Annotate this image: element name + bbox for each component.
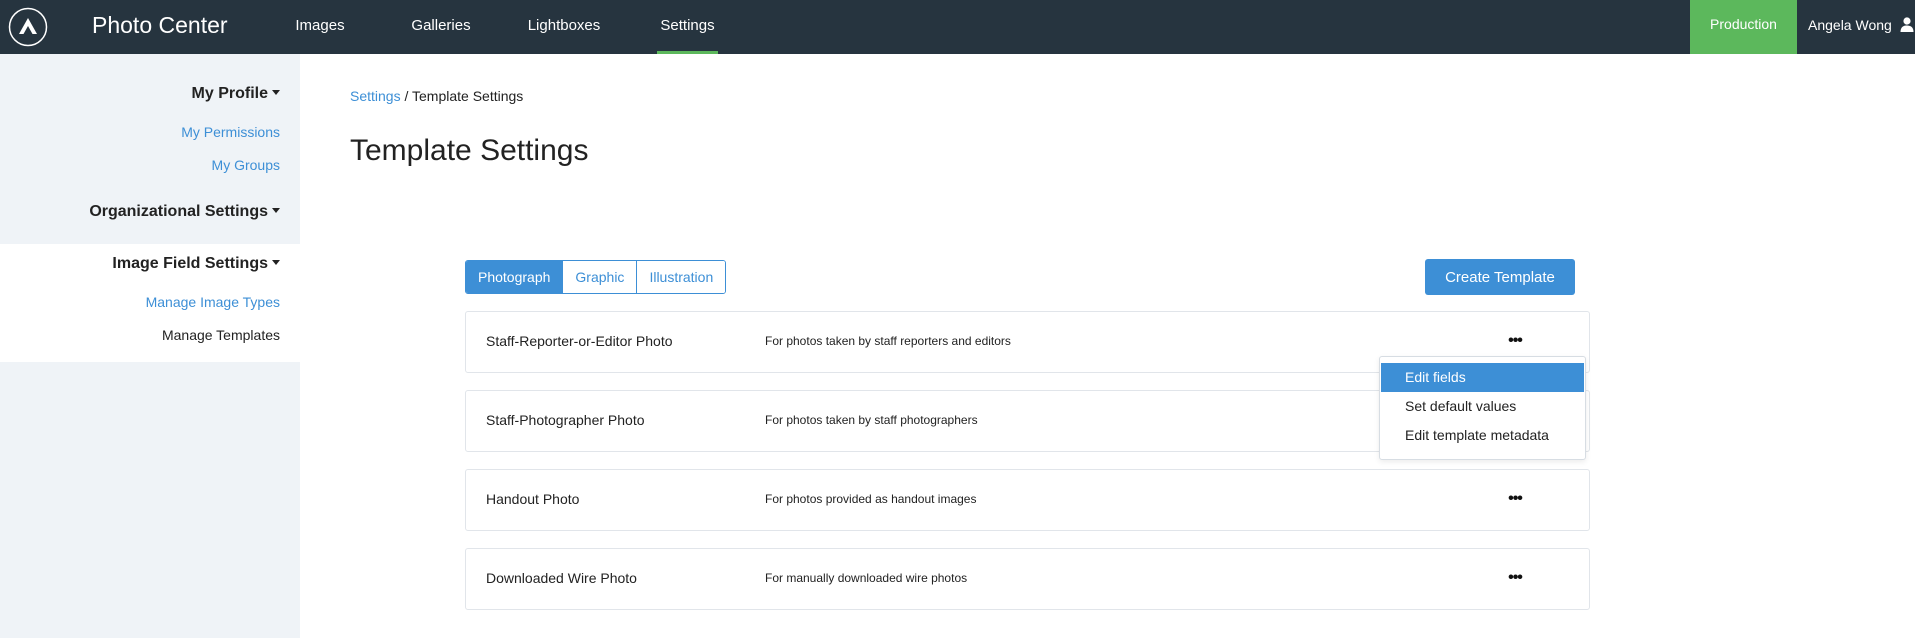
caret-down-icon — [272, 89, 280, 95]
sidebar-heading-my-profile[interactable]: My Profile — [192, 85, 280, 103]
tab-illustration[interactable]: Illustration — [637, 261, 726, 293]
environment-badge[interactable]: Production — [1690, 0, 1797, 54]
breadcrumb-separator: / — [404, 88, 409, 104]
more-options-icon[interactable]: ••• — [1503, 329, 1527, 353]
template-name: Downloaded Wire Photo — [486, 570, 637, 586]
menu-item-edit-fields[interactable]: Edit fields — [1381, 363, 1584, 392]
sidebar-link-manage-image-types[interactable]: Manage Image Types — [146, 294, 280, 310]
create-template-button[interactable]: Create Template — [1425, 259, 1575, 295]
menu-item-set-default-values[interactable]: Set default values — [1381, 392, 1584, 421]
sidebar-link-my-permissions[interactable]: My Permissions — [181, 124, 280, 140]
app-title: Photo Center — [92, 12, 228, 38]
template-name: Handout Photo — [486, 491, 580, 507]
breadcrumb: Settings / Template Settings — [350, 88, 523, 104]
template-name: Staff-Photographer Photo — [486, 412, 645, 428]
sidebar-section-image-field-settings: Image Field Settings Manage Image Types … — [0, 244, 300, 362]
more-options-icon[interactable]: ••• — [1503, 487, 1527, 511]
template-row: Handout Photo For photos provided as han… — [465, 469, 1590, 531]
sidebar-heading-organizational-settings[interactable]: Organizational Settings — [89, 203, 280, 221]
user-name: Angela Wong — [1808, 17, 1892, 33]
template-description: For photos provided as handout images — [765, 492, 977, 506]
breadcrumb-settings-link[interactable]: Settings — [350, 88, 401, 104]
breadcrumb-current: Template Settings — [412, 88, 524, 104]
nav-galleries[interactable]: Galleries — [404, 0, 478, 54]
caret-down-icon — [272, 207, 280, 213]
user-icon — [1900, 17, 1914, 33]
sidebar: My Profile My Permissions My Groups Orga… — [0, 54, 300, 638]
menu-item-edit-template-metadata[interactable]: Edit template metadata — [1381, 421, 1584, 450]
sidebar-link-manage-templates[interactable]: Manage Templates — [162, 327, 280, 343]
top-bar: Photo Center Images Galleries Lightboxes… — [0, 0, 1915, 54]
tab-graphic[interactable]: Graphic — [563, 261, 638, 293]
caret-down-icon — [272, 259, 280, 265]
more-options-icon[interactable]: ••• — [1503, 566, 1527, 590]
nav-images[interactable]: Images — [286, 0, 354, 54]
template-name: Staff-Reporter-or-Editor Photo — [486, 333, 673, 349]
template-actions-dropdown: Edit fields Set default values Edit temp… — [1379, 356, 1586, 460]
sidebar-link-my-groups[interactable]: My Groups — [212, 157, 280, 173]
template-description: For manually downloaded wire photos — [765, 571, 968, 585]
template-description: For photos taken by staff photographers — [765, 413, 978, 427]
sidebar-heading-image-field-settings[interactable]: Image Field Settings — [112, 255, 280, 273]
nav-settings[interactable]: Settings — [657, 0, 718, 54]
user-menu[interactable]: Angela Wong — [1808, 0, 1914, 54]
logo-icon[interactable] — [8, 7, 48, 47]
nav-lightboxes[interactable]: Lightboxes — [526, 0, 602, 54]
template-row: Downloaded Wire Photo For manually downl… — [465, 548, 1590, 610]
page-title: Template Settings — [350, 134, 589, 167]
tab-photograph[interactable]: Photograph — [466, 261, 564, 293]
template-type-tabs: Photograph Graphic Illustration — [465, 260, 727, 294]
template-description: For photos taken by staff reporters and … — [765, 334, 1011, 348]
